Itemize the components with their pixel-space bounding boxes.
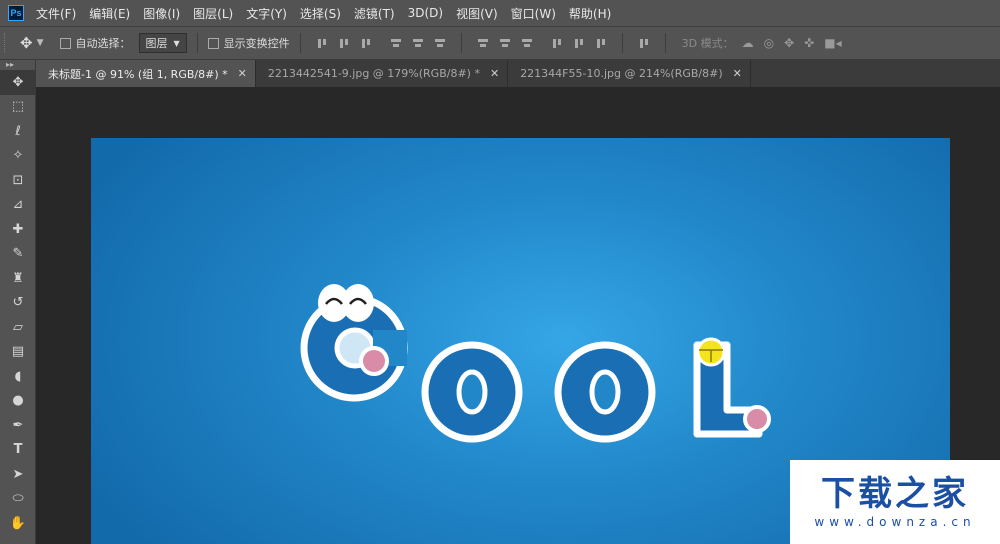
distribute-bottom-icon[interactable] bbox=[521, 37, 532, 49]
eraser-tool-icon[interactable]: ▱ bbox=[0, 315, 36, 340]
hand-tool-icon[interactable]: ✋ bbox=[0, 511, 36, 536]
lasso-tool-icon[interactable]: ℓ bbox=[0, 119, 36, 144]
tab-label: 未标题-1 @ 91% (组 1, RGB/8#) * bbox=[48, 67, 228, 81]
chevron-down-icon: ▼ bbox=[173, 38, 180, 48]
auto-select-label: 自动选择： bbox=[75, 37, 131, 50]
letter-o-first-graphic bbox=[421, 341, 523, 443]
type-tool-icon[interactable]: T bbox=[0, 438, 36, 463]
show-transform-checkbox[interactable] bbox=[207, 37, 219, 49]
orbit-3d-icon[interactable]: ☁ bbox=[742, 36, 754, 50]
tools-panel: ▸▸ ✥ ⬚ ℓ ✧ ⊡ ⊿ ✚ ✎ ♜ ↺ ▱ ▤ ◖ ● ✒ T ➤ ⬭ ✋ bbox=[0, 60, 36, 544]
auto-select-value: 图层 bbox=[145, 37, 168, 50]
menu-edit[interactable]: 编辑(E) bbox=[89, 5, 130, 22]
menu-bar: Ps 文件(F) 编辑(E) 图像(I) 图层(L) 文字(Y) 选择(S) 滤… bbox=[0, 0, 1000, 26]
distribute-left-icon[interactable] bbox=[552, 37, 562, 49]
watermark-url: www.downza.cn bbox=[814, 515, 976, 529]
healing-brush-icon[interactable]: ✚ bbox=[0, 217, 36, 242]
move-tool-icon[interactable]: ✥ bbox=[20, 34, 33, 52]
eyedropper-icon[interactable]: ⊿ bbox=[0, 193, 36, 218]
menu-select[interactable]: 选择(S) bbox=[300, 5, 341, 22]
divider bbox=[621, 33, 623, 53]
brush-tool-icon[interactable]: ✎ bbox=[0, 242, 36, 267]
close-icon[interactable]: ✕ bbox=[238, 67, 247, 80]
history-brush-icon[interactable]: ↺ bbox=[0, 291, 36, 316]
letter-o-second-graphic bbox=[554, 341, 656, 443]
mode-3d-label: 3D 模式： bbox=[681, 37, 734, 50]
dodge-tool-icon[interactable]: ● bbox=[0, 389, 36, 414]
align-top-icon[interactable] bbox=[317, 37, 327, 49]
document-tabs: 未标题-1 @ 91% (组 1, RGB/8#) * ✕ 2213442541… bbox=[36, 60, 1000, 87]
tab-untitled-1[interactable]: 未标题-1 @ 91% (组 1, RGB/8#) * ✕ bbox=[36, 60, 256, 87]
gradient-tool-icon[interactable]: ▤ bbox=[0, 340, 36, 365]
distribute-vcenter-icon[interactable] bbox=[499, 37, 510, 49]
menu-3d[interactable]: 3D(D) bbox=[408, 6, 443, 20]
auto-align-icon[interactable] bbox=[639, 37, 649, 49]
downza-watermark: 下载之家 www.downza.cn bbox=[790, 460, 1000, 544]
align-left-icon[interactable] bbox=[390, 37, 401, 49]
panel-collapse-icon[interactable]: ▸▸ bbox=[0, 60, 35, 70]
align-hcenter-icon[interactable] bbox=[412, 37, 423, 49]
options-bar: ✥ ▼ 自动选择： 图层 ▼ 显示变换控件 3D 模式： ☁ ◎ ✥ ✜ ■◂ bbox=[0, 26, 1000, 60]
path-select-icon[interactable]: ➤ bbox=[0, 462, 36, 487]
slide-3d-icon[interactable]: ✜ bbox=[804, 36, 814, 50]
divider bbox=[664, 33, 666, 53]
align-bottom-icon[interactable] bbox=[361, 37, 371, 49]
tab-label: 221344F55-10.jpg @ 214%(RGB/8#) bbox=[520, 67, 723, 80]
pan-3d-icon[interactable]: ✥ bbox=[784, 36, 794, 50]
magic-wand-icon[interactable]: ✧ bbox=[0, 144, 36, 169]
align-vcenter-icon[interactable] bbox=[339, 37, 349, 49]
menu-view[interactable]: 视图(V) bbox=[456, 5, 498, 22]
close-icon[interactable]: ✕ bbox=[733, 67, 742, 80]
blur-tool-icon[interactable]: ◖ bbox=[0, 364, 36, 389]
move-tool-icon[interactable]: ✥ bbox=[0, 70, 36, 95]
show-transform-label: 显示变换控件 bbox=[223, 37, 290, 50]
menu-help[interactable]: 帮助(H) bbox=[569, 5, 611, 22]
stamp-tool-icon[interactable]: ♜ bbox=[0, 266, 36, 291]
watermark-title: 下载之家 bbox=[821, 474, 969, 514]
align-right-icon[interactable] bbox=[434, 37, 445, 49]
letter-l-graphic bbox=[693, 337, 771, 438]
menu-file[interactable]: 文件(F) bbox=[36, 5, 76, 22]
letter-c-graphic bbox=[300, 284, 408, 402]
pen-tool-icon[interactable]: ✒ bbox=[0, 413, 36, 438]
tab-2213442541-9[interactable]: 2213442541-9.jpg @ 179%(RGB/8#) * ✕ bbox=[255, 60, 509, 87]
marquee-tool-icon[interactable]: ⬚ bbox=[0, 95, 36, 120]
menu-layer[interactable]: 图层(L) bbox=[193, 5, 233, 22]
auto-select-checkbox[interactable] bbox=[59, 37, 71, 49]
crop-tool-icon[interactable]: ⊡ bbox=[0, 168, 36, 193]
roll-3d-icon[interactable]: ◎ bbox=[764, 36, 774, 50]
menu-image[interactable]: 图像(I) bbox=[143, 5, 180, 22]
menu-type[interactable]: 文字(Y) bbox=[246, 5, 287, 22]
menu-filter[interactable]: 滤镜(T) bbox=[354, 5, 395, 22]
scale-3d-icon[interactable]: ■◂ bbox=[824, 36, 841, 50]
distribute-hcenter-icon[interactable] bbox=[574, 37, 584, 49]
chevron-down-icon[interactable]: ▼ bbox=[37, 38, 44, 48]
tab-221344f55-10[interactable]: 221344F55-10.jpg @ 214%(RGB/8#) ✕ bbox=[508, 60, 751, 87]
distribute-right-icon[interactable] bbox=[596, 37, 606, 49]
distribute-top-icon[interactable] bbox=[477, 37, 488, 49]
ellipse-tool-icon[interactable]: ⬭ bbox=[0, 487, 36, 512]
photoshop-logo-icon[interactable]: Ps bbox=[8, 5, 24, 21]
options-grip[interactable] bbox=[4, 33, 8, 53]
auto-select-dropdown[interactable]: 图层 ▼ bbox=[138, 33, 187, 53]
menu-window[interactable]: 窗口(W) bbox=[511, 5, 556, 22]
divider bbox=[299, 33, 301, 53]
tab-label: 2213442541-9.jpg @ 179%(RGB/8#) * bbox=[267, 67, 480, 80]
divider bbox=[460, 33, 462, 53]
close-icon[interactable]: ✕ bbox=[490, 67, 499, 80]
divider bbox=[196, 33, 198, 53]
